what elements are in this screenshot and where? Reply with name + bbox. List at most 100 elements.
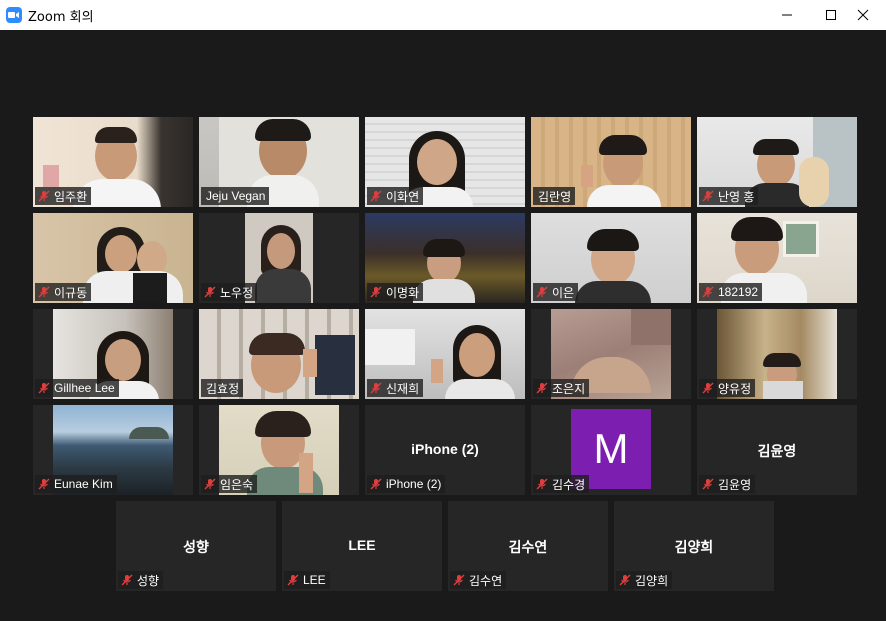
- title-bar: Zoom 회의: [0, 0, 886, 30]
- muted-mic-icon: [121, 574, 133, 586]
- participant-tile[interactable]: 임주환: [33, 117, 193, 207]
- participant-name: 182192: [718, 285, 759, 299]
- participant-name-label: 이화연: [367, 187, 424, 205]
- participant-name: 김수경: [552, 477, 586, 492]
- participant-name: LEE: [303, 573, 326, 587]
- participant-name: 임은숙: [220, 477, 254, 492]
- participant-tile[interactable]: 난영 홍: [697, 117, 857, 207]
- participant-name: 이규동: [54, 285, 88, 300]
- muted-mic-icon: [370, 190, 382, 202]
- participant-name: 성향: [137, 573, 160, 588]
- participant-tile[interactable]: iPhone (2) iPhone (2): [365, 405, 525, 495]
- zoom-camera-icon: [6, 7, 22, 23]
- participant-tile[interactable]: 이명화: [365, 213, 525, 303]
- close-icon: [857, 9, 869, 21]
- participant-name-label: 노우정: [201, 283, 258, 301]
- participant-name-label: 김수연: [450, 571, 507, 589]
- participant-name: 김란영: [538, 189, 572, 204]
- muted-mic-icon: [204, 286, 216, 298]
- muted-mic-icon: [619, 574, 631, 586]
- participant-display-name: 김양희: [674, 539, 714, 555]
- muted-mic-icon: [536, 382, 548, 394]
- participant-tile[interactable]: 노우정: [199, 213, 359, 303]
- participant-name: 양유정: [718, 381, 752, 396]
- muted-mic-icon: [38, 382, 50, 394]
- participant-name-label: 임은숙: [201, 475, 258, 493]
- participant-name: 김효정: [206, 381, 240, 396]
- close-button[interactable]: [840, 0, 886, 30]
- participant-name-label: 조은지: [533, 379, 590, 397]
- muted-mic-icon: [38, 478, 50, 490]
- participant-display-name: iPhone (2): [411, 441, 479, 457]
- minimize-icon: [782, 14, 792, 16]
- participant-name-label: Eunae Kim: [35, 475, 117, 493]
- participant-tile[interactable]: 김수연 김수연: [448, 501, 608, 591]
- muted-mic-icon: [536, 286, 548, 298]
- participant-name: 김윤영: [718, 477, 752, 492]
- participant-name-label: 김수경: [533, 475, 590, 493]
- participant-name: 이화연: [386, 189, 420, 204]
- participant-tile[interactable]: 김윤영 김윤영: [697, 405, 857, 495]
- participant-tile[interactable]: Gillhee Lee: [33, 309, 193, 399]
- muted-mic-icon: [38, 190, 50, 202]
- participant-name: 김수연: [469, 573, 503, 588]
- participant-name: 이명화: [386, 285, 420, 300]
- participant-name-label: 182192: [699, 283, 763, 301]
- participant-name-label: 김효정: [201, 379, 244, 397]
- participant-name: Gillhee Lee: [54, 381, 115, 395]
- participant-name-label: 김윤영: [699, 475, 756, 493]
- participant-tile[interactable]: 임은숙: [199, 405, 359, 495]
- participant-name-label: 난영 홍: [699, 187, 759, 205]
- participant-tile-active-speaker[interactable]: 김란영: [531, 117, 691, 207]
- participant-tile[interactable]: 이화연: [365, 117, 525, 207]
- participant-tile[interactable]: Eunae Kim: [33, 405, 193, 495]
- participant-tile[interactable]: 양유정: [697, 309, 857, 399]
- participant-name: 난영 홍: [718, 189, 755, 204]
- muted-mic-icon: [370, 478, 382, 490]
- participant-name: Eunae Kim: [54, 477, 113, 491]
- maximize-icon: [826, 10, 836, 20]
- muted-mic-icon: [370, 286, 382, 298]
- participant-name-label: 김란영: [533, 187, 576, 205]
- participant-tile[interactable]: 조은지: [531, 309, 691, 399]
- muted-mic-icon: [702, 382, 714, 394]
- participant-tile[interactable]: LEE LEE: [282, 501, 442, 591]
- participant-tile[interactable]: 성향 성향: [116, 501, 276, 591]
- participant-name-label: LEE: [284, 571, 330, 589]
- participant-tile[interactable]: 신재희: [365, 309, 525, 399]
- participant-name-label: 이명화: [367, 283, 424, 301]
- participant-tile[interactable]: 김효정: [199, 309, 359, 399]
- minimize-button[interactable]: [764, 0, 810, 30]
- participant-name-label: 신재희: [367, 379, 424, 397]
- participant-name: 노우정: [220, 285, 254, 300]
- participant-name: 이은: [552, 285, 575, 300]
- muted-mic-icon: [702, 478, 714, 490]
- muted-mic-icon: [702, 286, 714, 298]
- participant-name: 신재희: [386, 381, 420, 396]
- participant-name-label: Gillhee Lee: [35, 379, 119, 397]
- participant-tile[interactable]: M 김수경: [531, 405, 691, 495]
- participant-name-label: 김양희: [616, 571, 673, 589]
- participant-name: iPhone (2): [386, 477, 442, 491]
- participant-name-label: iPhone (2): [367, 475, 446, 493]
- participant-name: 임주환: [54, 189, 88, 204]
- participant-tile[interactable]: 이은: [531, 213, 691, 303]
- participant-name-label: Jeju Vegan: [201, 187, 270, 205]
- participant-tile[interactable]: Jeju Vegan: [199, 117, 359, 207]
- participant-display-name: LEE: [348, 537, 376, 553]
- window-title: Zoom 회의: [28, 9, 94, 25]
- muted-mic-icon: [702, 190, 714, 202]
- participant-display-name: 김윤영: [757, 443, 797, 459]
- participant-name: 조은지: [552, 381, 586, 396]
- participant-name-label: 양유정: [699, 379, 756, 397]
- muted-mic-icon: [204, 478, 216, 490]
- participant-tile[interactable]: 이규동: [33, 213, 193, 303]
- muted-mic-icon: [536, 478, 548, 490]
- muted-mic-icon: [38, 286, 50, 298]
- muted-mic-icon: [453, 574, 465, 586]
- participant-name-label: 성향: [118, 571, 164, 589]
- participant-tile[interactable]: 김양희 김양희: [614, 501, 774, 591]
- video-gallery: 임주환 Jeju Vegan 이화연 김란영 난영 홍 이규동 노우정 이명화 …: [0, 30, 886, 621]
- participant-display-name: 김수연: [508, 539, 548, 555]
- participant-tile[interactable]: 182192: [697, 213, 857, 303]
